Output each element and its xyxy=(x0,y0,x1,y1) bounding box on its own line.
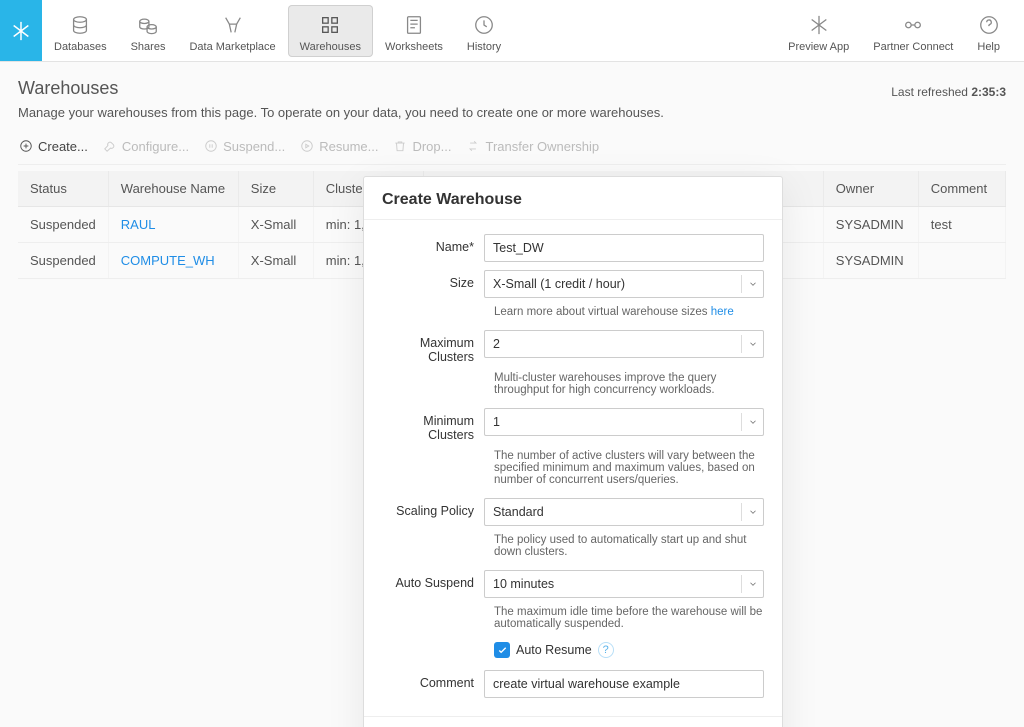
help-icon xyxy=(978,11,1000,39)
configure-button: Configure... xyxy=(102,138,189,154)
min-clusters-select[interactable]: 1 xyxy=(484,408,764,436)
nav-partner-connect[interactable]: Partner Connect xyxy=(861,5,965,57)
nav-warehouses[interactable]: Warehouses xyxy=(288,5,373,57)
top-nav: Databases Shares Data Marketplace Wareho… xyxy=(0,0,1024,62)
cell-status: Suspended xyxy=(18,207,108,243)
name-input[interactable] xyxy=(484,234,764,262)
nav-history[interactable]: History xyxy=(455,5,513,57)
shares-icon xyxy=(137,11,159,39)
cell-comment xyxy=(918,243,1005,279)
cell-size: X-Small xyxy=(238,243,313,279)
comment-input[interactable] xyxy=(484,670,764,698)
marketplace-icon xyxy=(222,11,244,39)
chevron-down-icon xyxy=(741,335,763,353)
brand-logo[interactable] xyxy=(0,0,42,61)
nav-preview-app[interactable]: Preview App xyxy=(776,5,861,57)
wrench-icon xyxy=(102,138,118,154)
col-status[interactable]: Status xyxy=(18,171,108,207)
partner-icon xyxy=(902,11,924,39)
label-name: Name xyxy=(382,234,484,262)
cell-owner: SYSADMIN xyxy=(823,207,918,243)
create-warehouse-modal: Create Warehouse Name Size X-Small (1 cr… xyxy=(363,176,783,727)
help-size: Learn more about virtual warehouse sizes… xyxy=(494,306,764,318)
cell-size: X-Small xyxy=(238,207,313,243)
nav-label: Databases xyxy=(54,41,107,53)
col-size[interactable]: Size xyxy=(238,171,313,207)
help-policy: The policy used to automatically start u… xyxy=(494,534,764,558)
databases-icon xyxy=(69,11,91,39)
nav-marketplace[interactable]: Data Marketplace xyxy=(177,5,287,57)
create-button[interactable]: Create... xyxy=(18,138,88,154)
nav-worksheets[interactable]: Worksheets xyxy=(373,5,455,57)
nav-shares[interactable]: Shares xyxy=(119,5,178,57)
label-comment: Comment xyxy=(382,670,484,698)
page-title: Warehouses xyxy=(18,78,118,99)
auto-resume-help-icon[interactable]: ? xyxy=(598,642,614,658)
nav-help[interactable]: Help xyxy=(965,5,1012,57)
page-description: Manage your warehouses from this page. T… xyxy=(18,105,1006,120)
nav-label: Worksheets xyxy=(385,41,443,53)
help-maxclusters: Multi-cluster warehouses improve the que… xyxy=(494,372,764,396)
warehouse-link[interactable]: COMPUTE_WH xyxy=(121,253,215,268)
snowflake-icon xyxy=(10,20,32,42)
help-minclusters: The number of active clusters will vary … xyxy=(494,450,764,486)
label-minclusters: Minimum Clusters xyxy=(382,408,484,442)
scaling-policy-select[interactable]: Standard xyxy=(484,498,764,526)
play-icon xyxy=(299,138,315,154)
last-refreshed: Last refreshed 2:35:3 xyxy=(891,85,1006,99)
toolbar: Create... Configure... Suspend... Resume… xyxy=(18,138,1006,165)
nav-label: Warehouses xyxy=(300,41,361,53)
nav-label: Partner Connect xyxy=(873,41,953,53)
nav-label: Shares xyxy=(131,41,166,53)
label-size: Size xyxy=(382,270,484,298)
drop-button: Drop... xyxy=(392,138,451,154)
size-help-link[interactable]: here xyxy=(711,306,734,318)
label-autosuspend: Auto Suspend xyxy=(382,570,484,598)
worksheets-icon xyxy=(403,11,425,39)
help-autosuspend: The maximum idle time before the warehou… xyxy=(494,606,764,630)
max-clusters-select[interactable]: 2 xyxy=(484,330,764,358)
transfer-icon xyxy=(465,138,481,154)
nav-label: Help xyxy=(977,41,1000,53)
chevron-down-icon xyxy=(741,503,763,521)
resume-button: Resume... xyxy=(299,138,378,154)
trash-icon xyxy=(392,138,408,154)
cell-comment: test xyxy=(918,207,1005,243)
auto-suspend-select[interactable]: 10 minutes xyxy=(484,570,764,598)
plus-icon xyxy=(18,138,34,154)
chevron-down-icon xyxy=(741,413,763,431)
col-owner[interactable]: Owner xyxy=(823,171,918,207)
cell-name: COMPUTE_WH xyxy=(108,243,238,279)
nav-label: Preview App xyxy=(788,41,849,53)
col-comment[interactable]: Comment xyxy=(918,171,1005,207)
nav-label: Data Marketplace xyxy=(189,41,275,53)
nav-label: History xyxy=(467,41,501,53)
suspend-button: Suspend... xyxy=(203,138,285,154)
nav-databases[interactable]: Databases xyxy=(42,5,119,57)
pause-icon xyxy=(203,138,219,154)
label-policy: Scaling Policy xyxy=(382,498,484,526)
preview-icon xyxy=(808,11,830,39)
col-name[interactable]: Warehouse Name xyxy=(108,171,238,207)
transfer-ownership-button: Transfer Ownership xyxy=(465,138,599,154)
auto-resume-checkbox[interactable] xyxy=(494,642,510,658)
modal-title: Create Warehouse xyxy=(364,177,782,220)
warehouses-icon xyxy=(319,11,341,39)
auto-resume-label: Auto Resume xyxy=(516,643,592,657)
size-select[interactable]: X-Small (1 credit / hour) xyxy=(484,270,764,298)
warehouse-link[interactable]: RAUL xyxy=(121,217,156,232)
cell-owner: SYSADMIN xyxy=(823,243,918,279)
label-maxclusters: Maximum Clusters xyxy=(382,330,484,364)
chevron-down-icon xyxy=(741,275,763,293)
check-icon xyxy=(497,645,508,656)
history-icon xyxy=(473,11,495,39)
cell-status: Suspended xyxy=(18,243,108,279)
cell-name: RAUL xyxy=(108,207,238,243)
chevron-down-icon xyxy=(741,575,763,593)
